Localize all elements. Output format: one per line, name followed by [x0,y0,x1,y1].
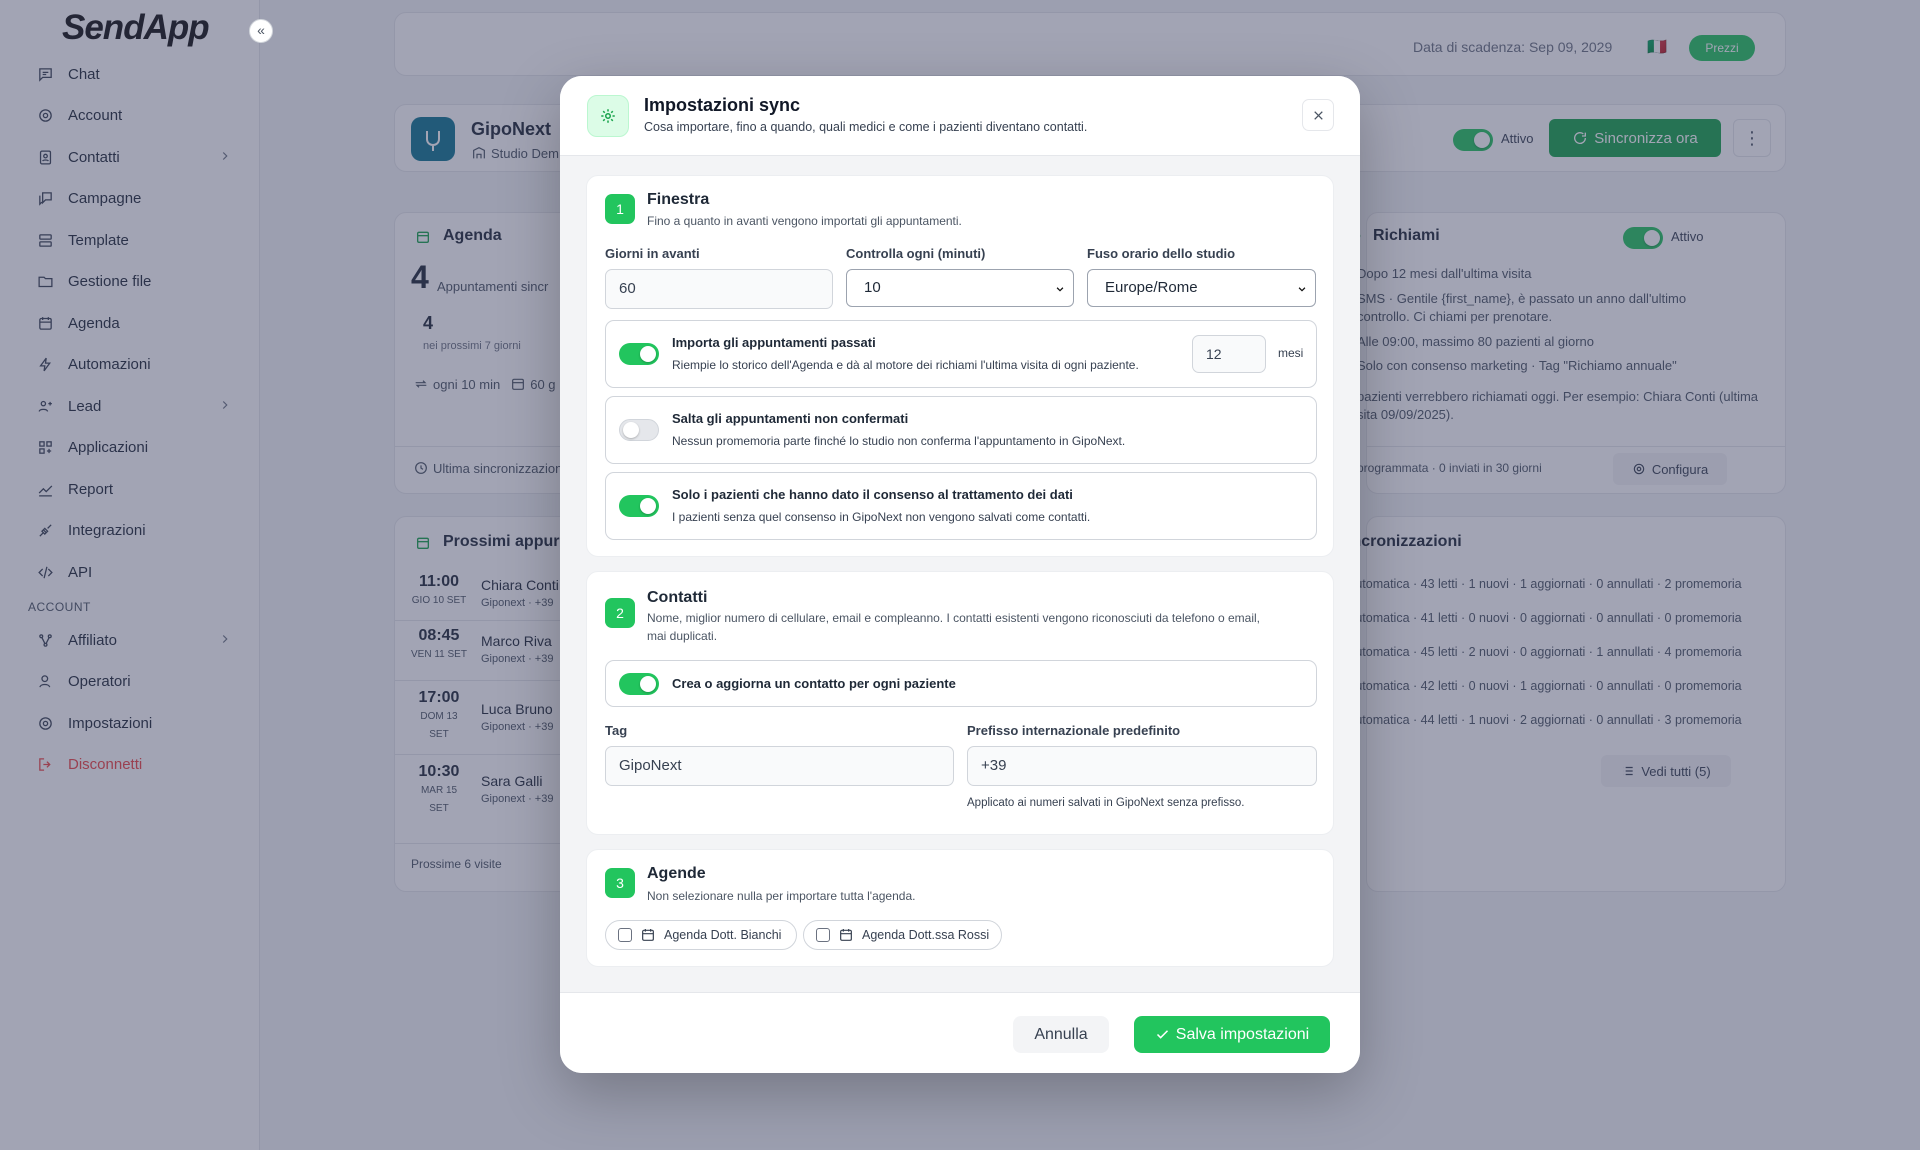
create-contact-option: Crea o aggiorna un contatto per ogni paz… [605,660,1317,707]
section-number: 1 [605,194,635,224]
modal-body: 1 Finestra Fino a quanto in avanti vengo… [560,156,1360,992]
section-title: Agende [647,865,706,882]
collapse-sidebar-button[interactable]: « [249,19,273,43]
check-interval-select[interactable]: 10 [846,269,1074,307]
tag-input[interactable]: GipoNext [605,746,954,786]
section-number: 2 [605,598,635,628]
section-window: 1 Finestra Fino a quanto in avanti vengo… [586,175,1334,557]
chevron-down-icon [1055,284,1065,294]
close-icon [1312,109,1325,122]
prefix-input[interactable]: +39 [967,746,1317,786]
check-icon [1155,1027,1170,1042]
months-unit: mesi [1278,346,1304,360]
chevron-down-icon [1297,284,1307,294]
close-button[interactable] [1302,99,1334,131]
import-past-toggle[interactable] [619,343,659,365]
agenda-chip[interactable]: Agenda Dott. Bianchi [605,920,797,950]
cancel-button[interactable]: Annulla [1013,1016,1109,1053]
agenda-checkbox[interactable] [816,928,830,942]
days-ahead-label: Giorni in avanti [605,246,700,261]
import-past-option: Importa gli appuntamenti passati Riempie… [605,320,1317,388]
consent-only-option: Solo i pazienti che hanno dato il consen… [605,472,1317,540]
section-subtitle: Nome, miglior numero di cellulare, email… [647,611,1260,643]
sync-settings-modal: Impostazioni sync Cosa importare, fino a… [560,76,1360,1073]
modal-subtitle: Cosa importare, fino a quando, quali med… [644,120,1088,134]
skip-unconfirmed-option: Salta gli appuntamenti non confermati Ne… [605,396,1317,464]
section-agendas: 3 Agende Non selezionare nulla per impor… [586,849,1334,967]
section-title: Finestra [647,191,710,208]
section-contacts: 2 Contatti Nome, miglior numero di cellu… [586,571,1334,835]
settings-icon [587,95,629,137]
tag-label: Tag [605,723,628,738]
create-contact-toggle[interactable] [619,673,659,695]
prefix-label: Prefisso internazionale predefinito [967,723,1181,738]
modal-title: Impostazioni sync [644,95,801,115]
timezone-select[interactable]: Europe/Rome [1087,269,1316,307]
consent-only-toggle[interactable] [619,495,659,517]
check-interval-label: Controlla ogni (minuti) [846,246,986,261]
section-subtitle: Non selezionare nulla per importare tutt… [647,889,916,903]
section-number: 3 [605,868,635,898]
agenda-checkbox[interactable] [618,928,632,942]
skip-unconfirmed-toggle[interactable] [619,419,659,441]
modal-header: Impostazioni sync Cosa importare, fino a… [560,76,1360,156]
prefix-help: Applicato ai numeri salvati in GipoNext … [967,797,1245,809]
section-title: Contatti [647,589,708,606]
days-ahead-input[interactable]: 60 [605,269,833,309]
calendar-icon [838,927,854,943]
save-settings-button[interactable]: Salva impostazioni [1134,1016,1330,1053]
section-subtitle: Fino a quanto in avanti vengono importat… [647,214,962,228]
modal-footer: Annulla Salva impostazioni [560,992,1360,1073]
timezone-label: Fuso orario dello studio [1087,246,1236,261]
agenda-chip[interactable]: Agenda Dott.ssa Rossi [803,920,1002,950]
calendar-icon [640,927,656,943]
past-months-input[interactable]: 12 [1192,335,1266,373]
